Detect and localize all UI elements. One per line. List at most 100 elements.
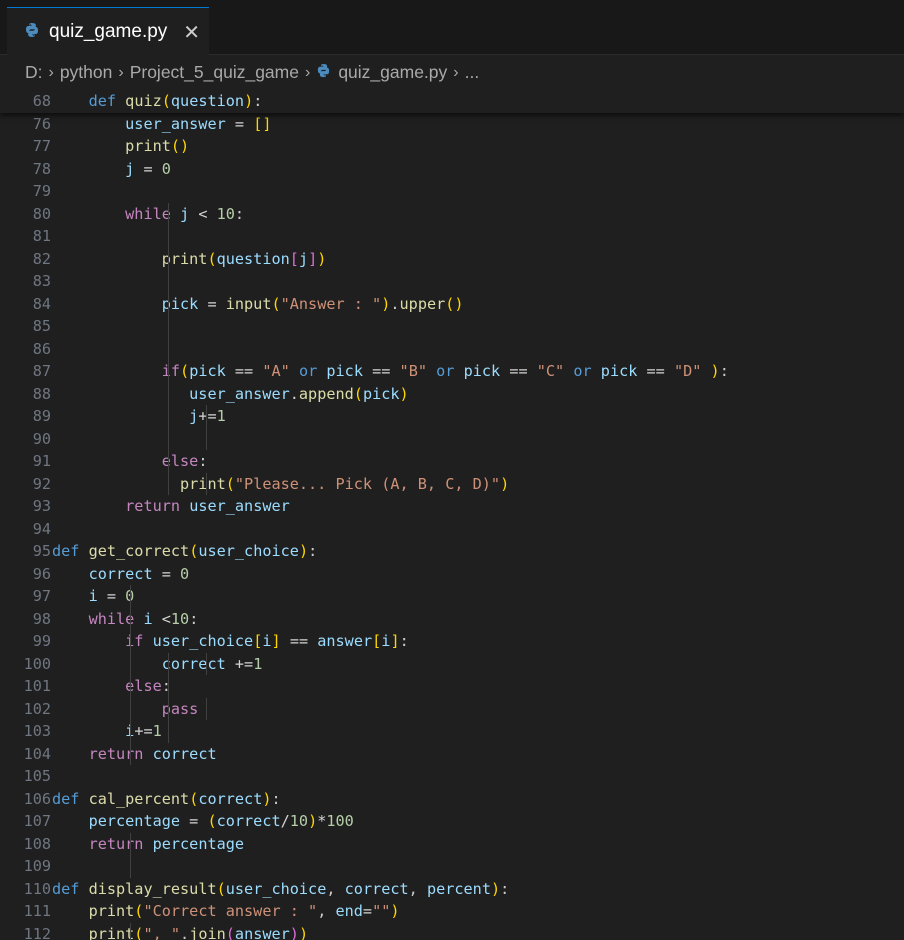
code-token: def bbox=[52, 542, 80, 560]
code-line[interactable]: 102 pass bbox=[0, 698, 904, 721]
tab-quiz-game[interactable]: quiz_game.py ✕ bbox=[7, 7, 209, 55]
code-token: ( bbox=[207, 812, 217, 830]
code-line[interactable]: 111 print("Correct answer : ", end="") bbox=[0, 900, 904, 923]
line-number: 81 bbox=[32, 227, 51, 245]
code-token: ", " bbox=[143, 924, 181, 940]
breadcrumb-file[interactable]: quiz_game.py bbox=[316, 62, 447, 83]
code-token: : bbox=[500, 879, 510, 898]
code-token: ( bbox=[161, 92, 171, 110]
chevron-right-icon: › bbox=[48, 63, 54, 81]
line-number: 78 bbox=[32, 159, 51, 178]
code-line[interactable]: 95 def get_correct(user_choice): bbox=[0, 540, 904, 563]
code-line[interactable]: 96 correct = 0 bbox=[0, 563, 904, 586]
code-line[interactable]: 80 while j < 10: bbox=[0, 203, 904, 226]
code-line[interactable]: 76 user_answer = [] bbox=[0, 113, 904, 136]
code-token: == bbox=[280, 632, 318, 650]
code-token: : bbox=[308, 542, 318, 560]
code-line[interactable]: 77 print() bbox=[0, 135, 904, 158]
code-line[interactable]: 88 user_answer.append(pick) bbox=[0, 383, 904, 406]
line-number: 90 bbox=[32, 429, 51, 448]
chevron-right-icon: › bbox=[453, 63, 459, 81]
code-line[interactable]: 105 bbox=[0, 765, 904, 788]
code-line[interactable]: 82 print(question[j]) bbox=[0, 248, 904, 271]
code-line[interactable]: 94 bbox=[0, 518, 904, 541]
breadcrumb-folder-project[interactable]: Project_5_quiz_game bbox=[130, 62, 299, 83]
code-token: ) bbox=[244, 92, 254, 110]
code-line[interactable]: 93 return user_answer bbox=[0, 495, 904, 518]
code-token: "Please... Pick (A, B, C, D)" bbox=[234, 474, 501, 493]
code-line[interactable]: 110 def display_result(user_choice, corre… bbox=[0, 878, 904, 901]
code-token: ( bbox=[189, 789, 199, 808]
code-token: "C" bbox=[536, 362, 565, 380]
code-line[interactable]: 104 return correct bbox=[0, 743, 904, 766]
code-token: ( bbox=[216, 879, 226, 898]
line-text: j = 0 bbox=[52, 158, 171, 181]
line-text: user_answer = [] bbox=[52, 113, 271, 136]
code-line[interactable]: 106 def cal_percent(correct): bbox=[0, 788, 904, 811]
code-token: = bbox=[362, 902, 373, 920]
code-line[interactable]: 84 pick = input("Answer : ").upper() bbox=[0, 293, 904, 316]
code-token: pick bbox=[463, 362, 501, 380]
code-token: , bbox=[317, 902, 336, 920]
line-text: return user_answer bbox=[52, 495, 290, 518]
close-icon[interactable]: ✕ bbox=[183, 22, 200, 42]
code-token: , bbox=[326, 879, 345, 898]
line-text: if(pick == "A" or pick == "B" or pick ==… bbox=[52, 360, 729, 383]
code-line[interactable]: 83 bbox=[0, 270, 904, 293]
code-line[interactable]: 108 return percentage bbox=[0, 833, 904, 856]
line-number: 109 bbox=[23, 857, 51, 875]
code-token: = bbox=[97, 587, 126, 605]
code-line[interactable]: 109 bbox=[0, 855, 904, 878]
code-line[interactable]: 103 i+=1 bbox=[0, 720, 904, 743]
code-line[interactable]: 89 j+=1 bbox=[0, 405, 904, 428]
code-token: ) bbox=[490, 879, 501, 898]
code-line[interactable]: 81 bbox=[0, 225, 904, 248]
code-line[interactable]: 99 if user_choice[i] == answer[i]: bbox=[0, 630, 904, 653]
code-token: ) bbox=[298, 924, 309, 940]
code-token: question bbox=[170, 92, 245, 110]
code-line[interactable]: 85 bbox=[0, 315, 904, 338]
code-line[interactable]: 90 bbox=[0, 428, 904, 451]
code-line[interactable]: 78 j = 0 bbox=[0, 158, 904, 181]
sticky-scroll-line[interactable]: 68 def quiz(question): bbox=[0, 91, 904, 113]
code-line[interactable]: 91 else: bbox=[0, 450, 904, 473]
code-token: if bbox=[161, 362, 181, 380]
code-line[interactable]: 92 print("Please... Pick (A, B, C, D)") bbox=[0, 473, 904, 496]
code-line[interactable]: 97 i = 0 bbox=[0, 585, 904, 608]
code-token: ( bbox=[225, 474, 235, 493]
line-text: j+=1 bbox=[52, 405, 226, 428]
breadcrumb-drive[interactable]: D: bbox=[25, 62, 43, 83]
code-token: "D" bbox=[673, 362, 702, 380]
indent-guide bbox=[130, 585, 131, 765]
code-line[interactable]: 101 else: bbox=[0, 675, 904, 698]
line-number: 102 bbox=[23, 699, 51, 718]
code-line[interactable]: 112 print(", ".join(answer)) bbox=[0, 923, 904, 940]
line-number: 92 bbox=[32, 474, 51, 493]
code-line[interactable]: 100 correct +=1 bbox=[0, 653, 904, 676]
breadcrumb-folder-python[interactable]: python bbox=[60, 62, 113, 83]
line-text: i = 0 bbox=[52, 585, 135, 608]
code-token: = bbox=[180, 812, 208, 830]
breadcrumb-symbol-more[interactable]: ... bbox=[465, 62, 480, 83]
code-line[interactable]: 87 if(pick == "A" or pick == "B" or pick… bbox=[0, 360, 904, 383]
code-editor[interactable]: 68 def quiz(question): 76 user_answer = [… bbox=[0, 91, 904, 940]
code-line[interactable]: 107 percentage = (correct/10)*100 bbox=[0, 810, 904, 833]
code-line[interactable]: 86 bbox=[0, 338, 904, 361]
code-line[interactable]: 79 bbox=[0, 180, 904, 203]
code-token: correct bbox=[216, 812, 281, 830]
code-token: or bbox=[436, 362, 455, 380]
code-line[interactable]: 98 while i <10: bbox=[0, 608, 904, 631]
code-token: j bbox=[189, 407, 199, 425]
line-text: def quiz(question): bbox=[52, 91, 263, 113]
code-token: 0 bbox=[180, 564, 190, 583]
